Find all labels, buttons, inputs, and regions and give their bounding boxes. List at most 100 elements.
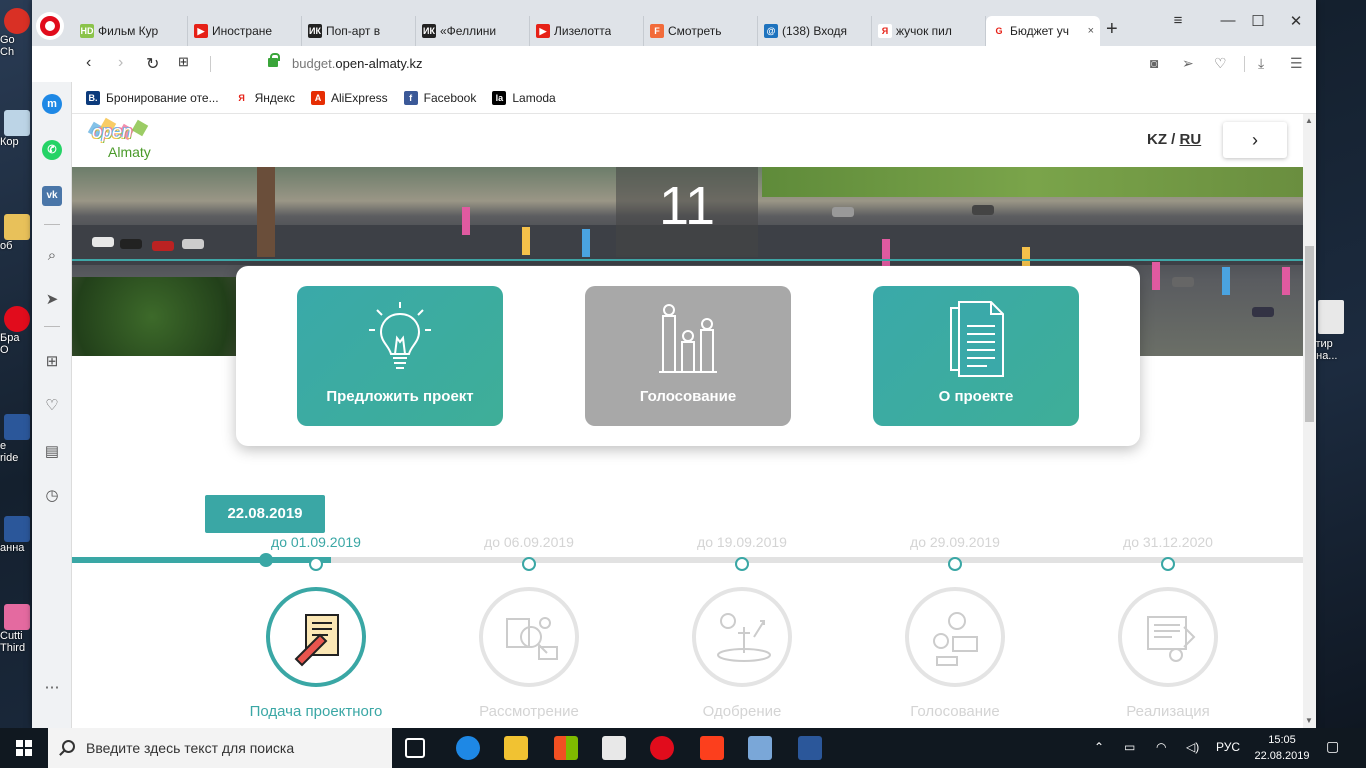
browser-tab[interactable]: ▶ Иностране bbox=[188, 16, 302, 46]
browser-tab[interactable]: Яжучок пил bbox=[872, 16, 986, 46]
send-icon[interactable]: ➢ bbox=[1182, 55, 1194, 72]
speed-dial-icon[interactable]: ⊞ bbox=[42, 352, 62, 372]
header-next-button[interactable]: › bbox=[1223, 122, 1287, 158]
desktop-icon-chrome[interactable]: Go Ch bbox=[0, 8, 34, 58]
more-icon[interactable]: ⋯ bbox=[42, 678, 62, 698]
lang-kz-link[interactable]: KZ bbox=[1147, 131, 1167, 148]
browser-tab[interactable]: ▶ Лизелотта bbox=[530, 16, 644, 46]
tab-label: Фильм Кур bbox=[98, 24, 159, 38]
control-panel-icon[interactable] bbox=[748, 736, 772, 760]
heart-icon[interactable]: ♡ bbox=[1214, 55, 1227, 72]
page-scrollbar[interactable]: ▲ ▼ bbox=[1303, 114, 1316, 728]
vk-icon[interactable]: vk bbox=[42, 186, 62, 206]
bookmark-favicon-icon: Я bbox=[234, 90, 249, 105]
tray-chevron-icon[interactable]: ⌃ bbox=[1094, 740, 1104, 754]
task-view-icon[interactable] bbox=[405, 738, 425, 758]
desktop-icon-word-1[interactable]: e ride bbox=[0, 414, 34, 464]
system-clock[interactable]: 15:05 22.08.2019 bbox=[1252, 732, 1312, 764]
scroll-up-icon[interactable]: ▲ bbox=[1305, 116, 1313, 125]
bookmark-item[interactable]: Я Яндекс bbox=[234, 90, 295, 105]
speed-dial-icon[interactable]: ⊞ bbox=[178, 54, 189, 70]
edge-icon[interactable] bbox=[456, 736, 480, 760]
browser-tab[interactable]: F Смотреть bbox=[644, 16, 758, 46]
stage-5[interactable]: до 31.12.2020 Реализация bbox=[1078, 534, 1258, 723]
voting-button[interactable]: Голосование bbox=[585, 286, 791, 426]
bookmark-item[interactable]: la Lamoda bbox=[492, 90, 556, 105]
stage-dot[interactable] bbox=[948, 557, 962, 571]
wifi-icon[interactable]: ◠ bbox=[1156, 740, 1166, 754]
close-window-button[interactable]: ✕ bbox=[1276, 12, 1316, 30]
reload-icon[interactable]: ↻ bbox=[146, 54, 159, 74]
stage-deadline: до 29.09.2019 bbox=[910, 534, 1000, 550]
bookmark-favicon-icon: f bbox=[403, 90, 418, 105]
tab-menu-icon[interactable]: ≡ bbox=[1158, 12, 1198, 29]
scroll-down-icon[interactable]: ▼ bbox=[1305, 716, 1313, 725]
opera-menu-button[interactable] bbox=[36, 12, 64, 40]
propose-project-button[interactable]: Предложить проект bbox=[297, 286, 503, 426]
browser-tab[interactable]: G Бюджет уч × bbox=[986, 16, 1100, 46]
desktop-icon-cutting[interactable]: Cutti Third bbox=[0, 604, 34, 654]
bookmarks-icon[interactable]: ♡ bbox=[42, 396, 62, 416]
history-icon[interactable]: ◷ bbox=[42, 486, 62, 506]
scroll-thumb[interactable] bbox=[1305, 246, 1314, 422]
file-explorer-icon[interactable] bbox=[504, 736, 528, 760]
bookmark-item[interactable]: A AliExpress bbox=[310, 90, 388, 105]
close-tab-icon[interactable]: × bbox=[1088, 25, 1094, 37]
battery-icon[interactable]: ▭ bbox=[1124, 740, 1135, 754]
new-tab-button[interactable]: + bbox=[1106, 18, 1118, 41]
camera-icon[interactable]: ◙ bbox=[1150, 55, 1158, 71]
forward-icon[interactable]: › bbox=[118, 54, 123, 72]
search-icon[interactable]: ⌕ bbox=[42, 246, 62, 266]
browser-tab[interactable]: @ (138) Входя bbox=[758, 16, 872, 46]
volume-icon[interactable]: ◁) bbox=[1186, 740, 1199, 754]
stage-dot[interactable] bbox=[309, 557, 323, 571]
url-field[interactable]: budget.open-almaty.kz bbox=[292, 56, 423, 71]
send-icon[interactable]: ➤ bbox=[42, 290, 62, 310]
lock-icon[interactable] bbox=[268, 53, 280, 67]
browser-tab[interactable]: ИК «Феллини bbox=[416, 16, 530, 46]
desktop-icon-recycle-bin[interactable]: Кор bbox=[0, 110, 34, 154]
input-language[interactable]: РУС bbox=[1216, 740, 1240, 754]
bookmark-item[interactable]: f Facebook bbox=[403, 90, 476, 105]
opera-taskbar-icon[interactable] bbox=[650, 736, 674, 760]
stage-2[interactable]: до 06.09.2019 Рассмотрение bbox=[439, 534, 619, 723]
stage-dot[interactable] bbox=[522, 557, 536, 571]
start-button[interactable] bbox=[0, 728, 48, 768]
tab-bar: HD Фильм Кур ▶ Иностране ИК Поп-арт в ИК «Фелли… bbox=[32, 0, 1316, 46]
stage-name: Подача проектного предложения bbox=[249, 703, 383, 728]
whatsapp-icon[interactable]: ✆ bbox=[42, 140, 62, 160]
download-icon[interactable]: ⤓ bbox=[1258, 55, 1264, 72]
browser-window: HD Фильм Кур ▶ Иностране ИК Поп-арт в ИК «Фелли… bbox=[32, 0, 1316, 728]
desktop-icon-folder[interactable]: об bbox=[0, 214, 34, 258]
word-taskbar-icon[interactable] bbox=[798, 736, 822, 760]
maximize-button[interactable]: ☐ bbox=[1238, 12, 1278, 30]
taskbar-search[interactable]: Введите здесь текст для поиска bbox=[48, 728, 392, 768]
mail-icon[interactable] bbox=[602, 736, 626, 760]
tab-favicon-icon: HD bbox=[80, 24, 94, 38]
stage-3[interactable]: до 19.09.2019 Одобрение bbox=[652, 534, 832, 723]
bookmark-item[interactable]: B. Бронирование оте... bbox=[86, 90, 219, 105]
site-logo[interactable]: open Almaty bbox=[86, 117, 166, 162]
messenger-icon[interactable]: m bbox=[42, 94, 62, 114]
yandex-icon[interactable] bbox=[700, 736, 724, 760]
separator bbox=[44, 224, 60, 225]
store-icon[interactable] bbox=[554, 736, 578, 760]
browser-tab[interactable]: ИК Поп-арт в bbox=[302, 16, 416, 46]
stage-1[interactable]: до 01.09.2019 Подача проектного предложен… bbox=[226, 534, 406, 728]
news-icon[interactable]: ▤ bbox=[42, 442, 62, 462]
notifications-icon[interactable]: ▢ bbox=[1326, 738, 1339, 755]
stage-dot[interactable] bbox=[735, 557, 749, 571]
stage-dot[interactable] bbox=[1161, 557, 1175, 571]
stage-name: Одобрение bbox=[702, 703, 782, 720]
actions-card: Предложить проект Голосование О проекте bbox=[236, 266, 1140, 446]
stage-4[interactable]: до 29.09.2019 Голосование bbox=[865, 534, 1045, 723]
easy-setup-icon[interactable]: ☰ bbox=[1290, 55, 1303, 72]
desktop-icon-right[interactable]: стир она... bbox=[1310, 300, 1366, 362]
lang-ru-link[interactable]: RU bbox=[1180, 131, 1202, 148]
separator bbox=[210, 56, 211, 72]
browser-tab[interactable]: HD Фильм Кур bbox=[74, 16, 188, 46]
about-project-button[interactable]: О проекте bbox=[873, 286, 1079, 426]
desktop-icon-word-2[interactable]: анна bbox=[0, 516, 34, 560]
desktop-icon-opera[interactable]: Бра O bbox=[0, 306, 34, 356]
back-icon[interactable]: ‹ bbox=[86, 54, 91, 72]
